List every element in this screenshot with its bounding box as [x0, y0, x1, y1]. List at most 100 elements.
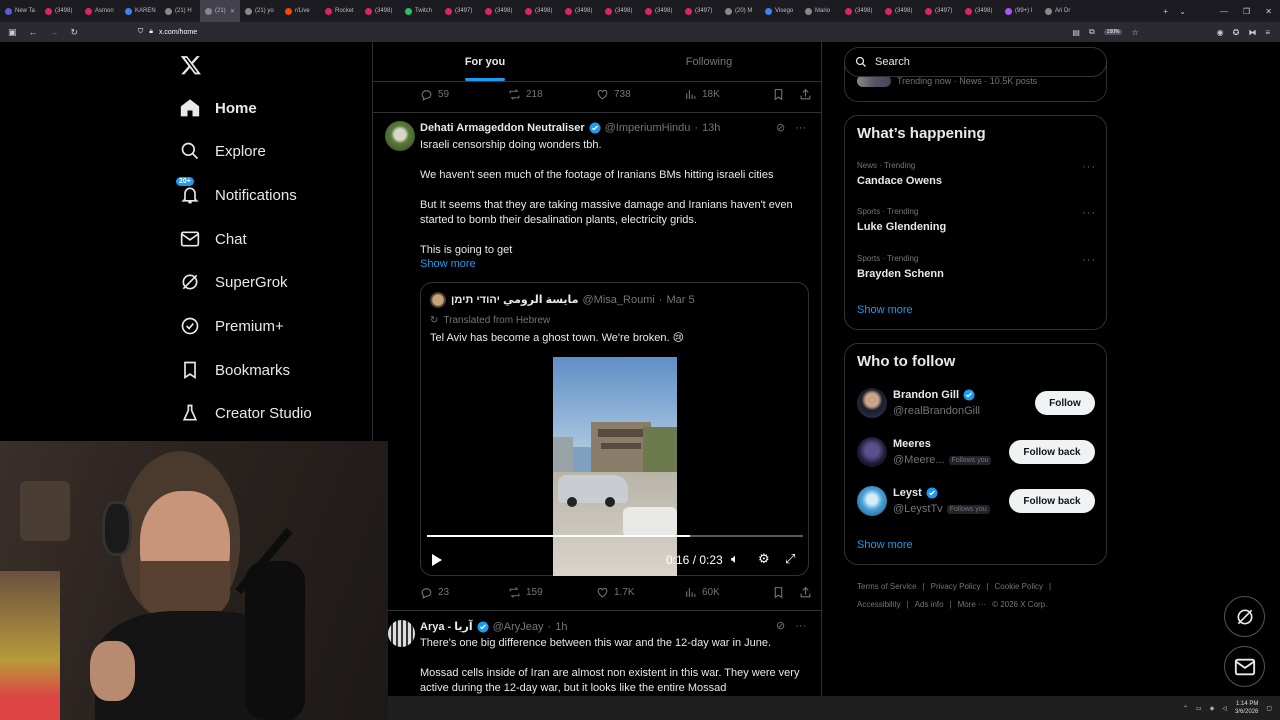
settings-icon[interactable]: ⚙ [758, 551, 770, 567]
browser-tab[interactable]: (3498) [360, 0, 400, 22]
trend-name[interactable]: Luke Glendening [857, 221, 946, 233]
author-handle[interactable]: @ImperiumHindu [605, 122, 691, 134]
clock[interactable]: 1:14 PM 3/6/2026 [1235, 700, 1258, 716]
browser-tab[interactable]: (20) M [720, 0, 760, 22]
nav-explore[interactable]: Explore [180, 141, 266, 161]
browser-tab[interactable]: (3498) [840, 0, 880, 22]
views-button[interactable]: 18K [684, 88, 772, 101]
reader-icon[interactable]: ▤ [1072, 28, 1080, 37]
nav-supergrok[interactable]: SuperGrok [180, 272, 288, 292]
follow-name-row[interactable]: Leyst [893, 487, 938, 499]
volume-icon[interactable]: ◁ [1222, 705, 1227, 712]
browser-tab[interactable]: New Ta [0, 0, 40, 22]
nav-bookmarks[interactable]: Bookmarks [180, 360, 290, 380]
browser-tab[interactable]: (3498) [480, 0, 520, 22]
grok-icon[interactable]: ⊘ [776, 121, 785, 134]
grok-icon[interactable]: ⊘ [776, 619, 785, 632]
bookmark-icon[interactable] [772, 88, 785, 101]
browser-tab[interactable]: (3498) [960, 0, 1000, 22]
follow-name-row[interactable]: Brandon Gill [893, 389, 975, 401]
browser-tab[interactable]: (3498) [520, 0, 560, 22]
footer-link[interactable]: Ads info [915, 600, 944, 609]
browser-tab[interactable]: Mario [800, 0, 840, 22]
address-bar[interactable]: ⛉ 🔒︎ x.com/home [138, 28, 197, 36]
extensions-icon[interactable]: ⧓ [1248, 28, 1256, 37]
avatar[interactable] [857, 486, 887, 516]
extension-icon[interactable]: ✪ [1233, 28, 1240, 37]
tab-for-you[interactable]: For you [373, 42, 597, 81]
browser-tab[interactable]: (21) H [160, 0, 200, 22]
new-tab-button[interactable]: + [1163, 7, 1168, 16]
show-more-link[interactable]: Show more [857, 304, 913, 316]
more-options-icon[interactable]: ··· [1082, 254, 1096, 266]
views-button[interactable]: 60K [684, 586, 772, 599]
browser-tab[interactable]: (3498) [880, 0, 920, 22]
sidebar-toggle-icon[interactable]: ▣ [8, 27, 17, 38]
network-icon[interactable]: ▭ [1196, 705, 1202, 712]
nav-notifications[interactable]: 20+ Notifications [176, 177, 297, 205]
nav-chat[interactable]: Chat [180, 229, 247, 249]
repost-button[interactable]: 159 [508, 586, 596, 599]
close-tab-icon[interactable]: ✕ [230, 8, 235, 15]
browser-tab[interactable]: (3497) [680, 0, 720, 22]
footer-link[interactable]: Terms of Service [857, 582, 917, 591]
author-handle[interactable]: @AryJeay [493, 621, 544, 633]
browser-tab[interactable]: (21) yo [240, 0, 280, 22]
trend-name[interactable]: Candace Owens [857, 175, 942, 187]
show-more-link[interactable]: Show more [857, 539, 913, 551]
menu-icon[interactable]: ≡ [1265, 28, 1270, 37]
forward-button[interactable]: → [50, 27, 59, 38]
browser-tab[interactable]: Rocket [320, 0, 360, 22]
browser-tab[interactable]: KAREN [120, 0, 160, 22]
screenshot-icon[interactable]: ⧉ [1089, 27, 1095, 37]
bookmark-icon[interactable] [772, 586, 785, 599]
reply-button[interactable]: 59 [420, 88, 508, 101]
avatar[interactable] [857, 388, 887, 418]
trend-name[interactable]: Brayden Schenn [857, 268, 944, 280]
browser-tab[interactable]: (21) ✕ [200, 0, 240, 22]
nav-home[interactable]: Home [180, 98, 257, 118]
bookmark-star-icon[interactable]: ☆ [1131, 28, 1138, 37]
like-button[interactable]: 738 [596, 88, 684, 101]
footer-link[interactable]: More ··· [958, 600, 986, 609]
share-icon[interactable] [799, 586, 812, 599]
browser-tab[interactable]: (3498) [40, 0, 80, 22]
fullscreen-icon[interactable]: ⤢ [785, 551, 795, 567]
chevron-up-icon[interactable]: ⌃ [1183, 705, 1188, 712]
reply-button[interactable]: 23 [420, 586, 508, 599]
back-button[interactable]: ← [29, 27, 38, 38]
more-options-icon[interactable]: ··· [795, 122, 806, 134]
browser-tab[interactable]: Twitch [400, 0, 440, 22]
close-window-button[interactable]: ✕ [1265, 7, 1272, 16]
avatar[interactable] [430, 292, 446, 308]
tab-list-icon[interactable]: ⌄ [1179, 7, 1186, 16]
zoom-level[interactable]: 150% [1103, 29, 1123, 35]
browser-tab[interactable]: Ari Dr [1040, 0, 1080, 22]
author-name[interactable]: Arya - آریا [420, 620, 473, 633]
share-icon[interactable] [799, 88, 812, 101]
wifi-icon[interactable]: ◈ [1210, 705, 1215, 712]
volume-icon[interactable]: 🔈︎ [731, 551, 739, 567]
more-options-icon[interactable]: ··· [795, 620, 806, 632]
messages-fab[interactable] [1224, 646, 1265, 687]
avatar[interactable] [857, 437, 887, 467]
footer-link[interactable]: Cookie Policy [995, 582, 1043, 591]
x-logo-icon[interactable] [180, 54, 202, 76]
nav-creator-studio[interactable]: Creator Studio [180, 403, 312, 423]
account-icon[interactable]: ◉ [1217, 28, 1224, 37]
footer-link[interactable]: Privacy Policy [931, 582, 981, 591]
tweet-time[interactable]: 1h [555, 621, 567, 633]
browser-tab[interactable]: (99+) I [1000, 0, 1040, 22]
follow-button[interactable]: Follow [1035, 391, 1095, 415]
play-icon[interactable] [431, 553, 443, 567]
grok-fab[interactable] [1224, 596, 1265, 637]
browser-tab[interactable]: r/Live [280, 0, 320, 22]
browser-tab[interactable]: (3498) [640, 0, 680, 22]
browser-tab[interactable]: (3498) [600, 0, 640, 22]
reload-button[interactable]: ↻ [71, 27, 79, 38]
like-button[interactable]: 1.7K [596, 586, 684, 599]
avatar[interactable] [385, 121, 415, 151]
follow-back-button[interactable]: Follow back [1009, 440, 1095, 464]
notification-icon[interactable]: ▢ [1266, 705, 1272, 712]
tab-following[interactable]: Following [597, 42, 821, 81]
